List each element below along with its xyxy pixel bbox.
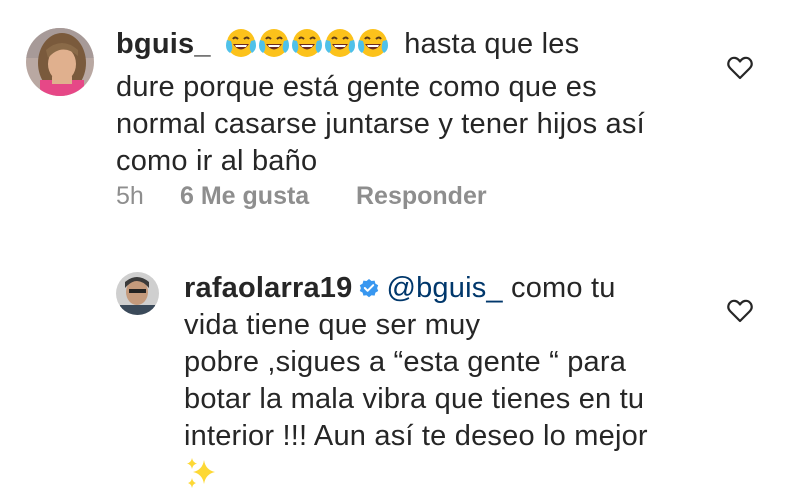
emoji-group: [225, 27, 390, 69]
reply-text: botar la mala vibra que tienes en tu: [184, 383, 645, 415]
comment-meta: 5h 6 Me gusta Responder: [116, 182, 536, 212]
face-with-tears-of-joy-icon: [357, 29, 388, 57]
face-with-tears-of-joy-icon: [225, 29, 256, 57]
comment-text: normal casarse juntarse y tener hijos as…: [116, 108, 645, 140]
comment-text: dure porque está gente como que es: [116, 71, 597, 103]
verified-badge-icon: [360, 279, 379, 298]
reply-text: pobre ,sigues a “esta gente “ para: [184, 346, 627, 378]
avatar-bguis[interactable]: [26, 28, 94, 96]
reply-emoji-line: [184, 455, 744, 492]
like-heart-icon[interactable]: [727, 299, 753, 323]
comment-text: como ir al baño: [116, 145, 318, 177]
likes-count[interactable]: 6 Me gusta: [180, 182, 309, 211]
username[interactable]: rafaolarra19: [184, 272, 352, 304]
face-with-tears-of-joy-icon: [258, 29, 289, 57]
face-with-tears-of-joy-icon: [291, 29, 322, 57]
username[interactable]: bguis_: [116, 28, 211, 60]
comment-text: hasta que les: [404, 28, 580, 60]
timestamp: 5h: [116, 182, 144, 210]
comment-line-1: bguis_ hasta que les: [116, 26, 756, 69]
reply-line-1: rafaolarra19 @bguis_ como tu: [184, 270, 744, 307]
reply-button[interactable]: Responder: [356, 182, 487, 211]
avatar-rafaolarra19[interactable]: [116, 272, 159, 315]
reply-body: rafaolarra19 @bguis_ como tu vida tiene …: [184, 270, 744, 492]
mention-link[interactable]: @bguis_: [386, 272, 502, 304]
reply-text: vida tiene que ser muy: [184, 309, 481, 341]
comment-body: bguis_ hasta que les dure porque está ge…: [116, 26, 756, 180]
face-with-tears-of-joy-icon: [324, 29, 355, 57]
like-heart-icon[interactable]: [727, 56, 753, 80]
sparkles-icon: [187, 458, 215, 488]
reply-text: como tu: [511, 272, 616, 304]
reply-text: interior !!! Aun así te deseo lo mejor: [184, 420, 648, 452]
